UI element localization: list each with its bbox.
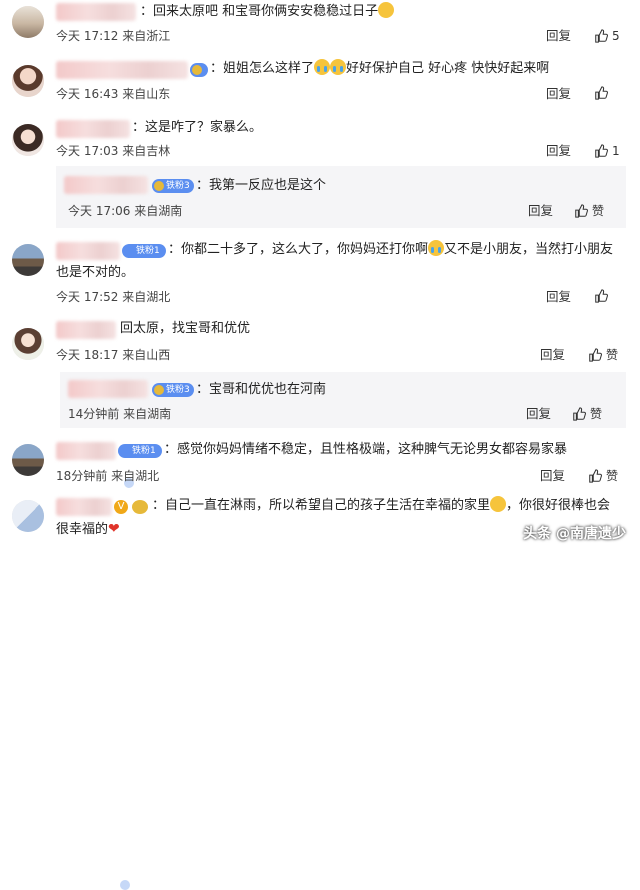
blurred-username[interactable] bbox=[56, 120, 130, 138]
reply-meta: 14分钟前 来自湖南 bbox=[68, 407, 172, 421]
blurred-username[interactable] bbox=[56, 321, 116, 339]
blurred-username[interactable] bbox=[64, 176, 148, 194]
comment-text-line2: 也是不对的。 bbox=[56, 265, 135, 280]
comment-meta: 今天 18:17 来自山西 bbox=[56, 348, 171, 362]
blurred-username[interactable] bbox=[56, 61, 188, 79]
comment-5: 回太原，找宝哥和优优 今天 18:17 来自山西 回复 赞 铁粉3 ：宝哥和优优… bbox=[0, 312, 640, 432]
fan-badge[interactable]: 铁粉1 bbox=[122, 244, 166, 258]
reply-panel: 铁粉3 ：宝哥和优优也在河南 14分钟前 来自湖南 回复 赞 bbox=[60, 372, 626, 428]
blurred-username[interactable] bbox=[56, 442, 116, 460]
avatar[interactable] bbox=[12, 65, 44, 97]
comment-text: 回太原，找宝哥和优优 bbox=[120, 321, 251, 336]
reply-button[interactable]: 回复 bbox=[546, 28, 571, 44]
avatar[interactable] bbox=[12, 500, 44, 532]
hug-emoji bbox=[378, 2, 395, 18]
like-button[interactable]: 1 bbox=[594, 143, 620, 159]
comment-meta: 今天 17:03 来自吉林 bbox=[56, 144, 171, 158]
avatar[interactable] bbox=[12, 244, 44, 276]
fan-badge-icon bbox=[132, 500, 148, 514]
avatar[interactable] bbox=[12, 6, 44, 38]
comment-6: 铁粉1 ：感觉你妈妈情绪不稳定，且性格极端，这种脾气无论男女都容易家暴 18分钟… bbox=[0, 434, 640, 890]
thumbs-up-icon bbox=[573, 407, 586, 421]
thumbs-up-icon bbox=[589, 348, 602, 362]
comment-4: 铁粉1 ：你都二十多了，这么大了，你妈妈还打你啊 又不是小朋友，当然打小朋友 也是… bbox=[0, 232, 640, 488]
v-badge-icon: V bbox=[114, 500, 128, 514]
reply-text: ：我第一反应也是这个 bbox=[196, 178, 327, 193]
reply-panel: 铁粉3 ：我第一反应也是这个 今天 17:06 来自湖南 回复 赞 bbox=[56, 166, 626, 228]
comment-2: ：姐姐怎么这样了 好好保护自己 好心疼 快快好起来啊 今天 16:43 来自山东 … bbox=[0, 55, 640, 110]
comment-text: ：回来太原吧 和宝哥你俩安安稳稳过日子 bbox=[140, 1, 395, 23]
comment-text: ：这是咋了？家暴么。 bbox=[132, 120, 263, 135]
reply-button[interactable]: 回复 bbox=[528, 203, 553, 219]
fan-badge[interactable] bbox=[190, 63, 208, 77]
avatar[interactable] bbox=[12, 328, 44, 360]
reply-button[interactable]: 回复 bbox=[540, 347, 565, 363]
comment-meta: 今天 17:52 来自湖北 bbox=[56, 290, 171, 304]
watermark: 头条 @南唐遗少 bbox=[523, 526, 626, 542]
blurred-username[interactable] bbox=[56, 498, 112, 516]
reply-button[interactable]: 回复 bbox=[546, 289, 571, 305]
like-button[interactable]: 赞 bbox=[572, 406, 602, 422]
like-button[interactable]: 5 bbox=[594, 28, 620, 44]
thumbs-up-icon bbox=[595, 86, 608, 100]
comment-1: ：回来太原吧 和宝哥你俩安安稳稳过日子 今天 17:12 来自浙江 回复 5 bbox=[0, 0, 640, 55]
like-button[interactable]: 赞 bbox=[588, 468, 618, 484]
reply-text: ：宝哥和优优也在河南 bbox=[196, 382, 327, 397]
comment-text-line2: 很幸福的❤ bbox=[56, 521, 120, 537]
heart-icon: ❤ bbox=[108, 521, 120, 537]
reply-button[interactable]: 回复 bbox=[526, 406, 551, 422]
comment-text: ：自己一直在淋雨，所以希望自己的孩子生活在幸福的家里 ，你很好很棒也会 bbox=[152, 496, 611, 513]
reply-button[interactable]: 回复 bbox=[546, 86, 571, 102]
crying-emoji bbox=[330, 59, 347, 75]
blurred-username[interactable] bbox=[68, 380, 148, 398]
like-button[interactable] bbox=[594, 289, 612, 303]
like-button[interactable]: 赞 bbox=[588, 347, 618, 363]
thumbs-up-icon bbox=[595, 144, 608, 158]
avatar[interactable] bbox=[12, 444, 44, 476]
thumbs-up-icon bbox=[589, 469, 602, 483]
blurred-username[interactable] bbox=[56, 242, 120, 260]
avatar[interactable] bbox=[12, 124, 44, 156]
thumbs-up-icon bbox=[575, 204, 588, 218]
hug-emoji bbox=[490, 496, 507, 512]
comment-3: ：这是咋了？家暴么。 今天 17:03 来自吉林 回复 1 铁粉3 ：我第一反应… bbox=[0, 110, 640, 230]
crying-emoji bbox=[428, 240, 445, 256]
reply-button[interactable]: 回复 bbox=[540, 468, 565, 484]
comment-text: ：姐姐怎么这样了 好好保护自己 好心疼 快快好起来啊 bbox=[210, 59, 550, 76]
comment-text: ：你都二十多了，这么大了，你妈妈还打你啊 又不是小朋友，当然打小朋友 bbox=[168, 240, 614, 257]
crying-emoji bbox=[314, 59, 331, 75]
like-button[interactable]: 赞 bbox=[574, 203, 604, 219]
comment-text: ：感觉你妈妈情绪不稳定，且性格极端，这种脾气无论男女都容易家暴 bbox=[164, 442, 568, 457]
fan-badge[interactable]: 铁粉1 bbox=[118, 444, 162, 458]
blurred-username[interactable] bbox=[56, 3, 136, 21]
comment-meta: 18分钟前 来自湖北 bbox=[56, 469, 160, 483]
reply-meta: 今天 17:06 来自湖南 bbox=[68, 204, 183, 218]
comment-meta: 今天 17:12 来自浙江 bbox=[56, 29, 171, 43]
like-button[interactable] bbox=[594, 86, 612, 100]
comment-meta: 今天 16:43 来自山东 bbox=[56, 87, 171, 101]
reply-button[interactable]: 回复 bbox=[546, 143, 571, 159]
thumbs-up-icon bbox=[595, 289, 608, 303]
thumbs-up-icon bbox=[595, 29, 608, 43]
